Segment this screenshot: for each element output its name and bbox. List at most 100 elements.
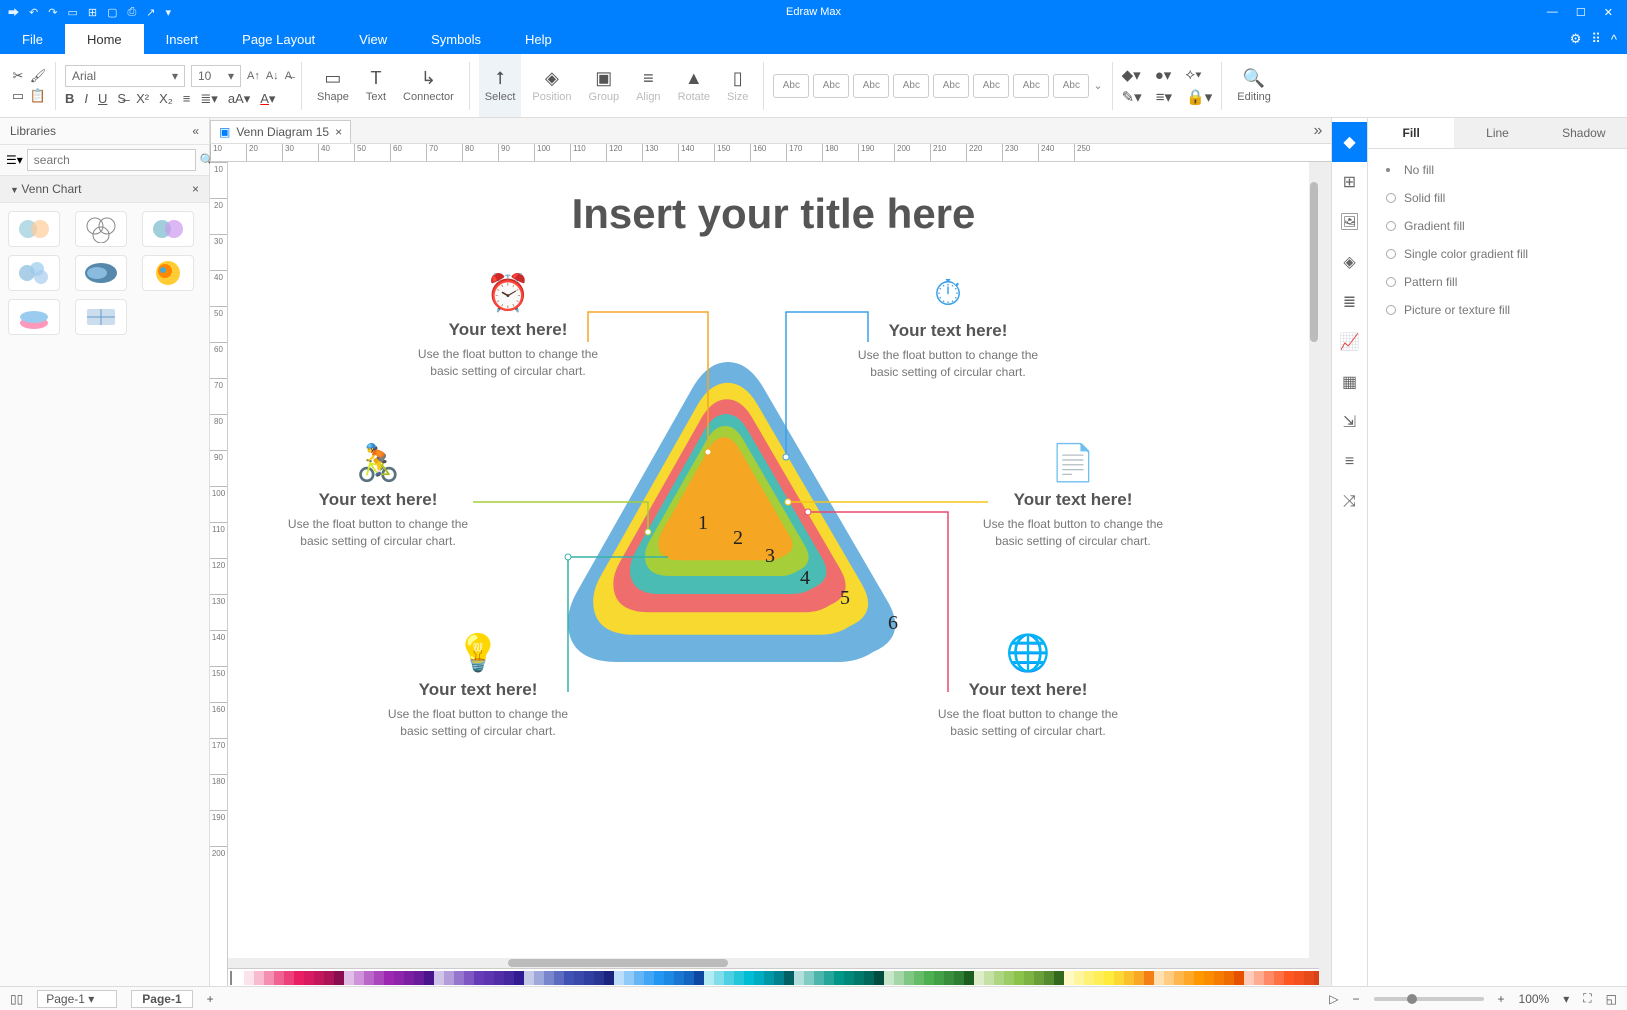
color-swatch[interactable]: [924, 971, 934, 985]
maximize-icon[interactable]: ☐: [1576, 6, 1586, 19]
color-swatch[interactable]: [974, 971, 984, 985]
redo-icon[interactable]: ↷: [48, 6, 57, 19]
color-swatch[interactable]: [284, 971, 294, 985]
shape-thumb[interactable]: [75, 255, 127, 291]
rail-shuffle-icon[interactable]: ⤨: [1332, 482, 1368, 522]
font-size-combo[interactable]: 10▾: [191, 65, 241, 87]
color-swatch[interactable]: [734, 971, 744, 985]
copy-icon[interactable]: ▭: [10, 88, 26, 104]
color-swatch[interactable]: [404, 971, 414, 985]
color-swatch[interactable]: [1074, 971, 1084, 985]
cut-icon[interactable]: ✂: [10, 68, 26, 84]
page-tab-1[interactable]: Page-1: [131, 990, 192, 1008]
color-swatch[interactable]: [1134, 971, 1144, 985]
canvas-page[interactable]: Insert your title here 1 2 3 4: [228, 162, 1319, 986]
opt-solid-fill[interactable]: Solid fill: [1386, 191, 1609, 205]
rail-export-icon[interactable]: ⇲: [1332, 402, 1368, 442]
color-swatch[interactable]: [574, 971, 584, 985]
callout-5[interactable]: 💡 Your text here! Use the float button t…: [378, 632, 578, 740]
color-swatch[interactable]: [1234, 971, 1244, 985]
rail-align2-icon[interactable]: ≡: [1332, 442, 1368, 482]
color-swatch[interactable]: [914, 971, 924, 985]
search-input[interactable]: [27, 149, 196, 171]
category-header[interactable]: ▼ Venn Chart ×: [0, 176, 209, 203]
color-swatch[interactable]: [1304, 971, 1314, 985]
color-swatch[interactable]: [874, 971, 884, 985]
color-swatch[interactable]: [274, 971, 284, 985]
add-page-icon[interactable]: +: [207, 992, 214, 1006]
color-swatch[interactable]: [444, 971, 454, 985]
no-fill-swatch[interactable]: [230, 971, 232, 985]
menu-symbols[interactable]: Symbols: [409, 24, 503, 54]
shape-thumb[interactable]: [142, 255, 194, 291]
size-group[interactable]: ▯Size: [721, 54, 754, 117]
strike-icon[interactable]: S̶: [117, 91, 126, 106]
color-swatch[interactable]: [494, 971, 504, 985]
opt-no-fill[interactable]: No fill: [1386, 163, 1609, 177]
color-swatch[interactable]: [234, 971, 244, 985]
format-painter-icon[interactable]: 🖌: [30, 68, 46, 84]
close-icon[interactable]: ✕: [1604, 6, 1613, 19]
color-swatch[interactable]: [1054, 971, 1064, 985]
color-swatch[interactable]: [674, 971, 684, 985]
layer-label-4[interactable]: 4: [800, 567, 810, 590]
color-swatch[interactable]: [1194, 971, 1204, 985]
color-swatch[interactable]: [584, 971, 594, 985]
color-swatch[interactable]: [694, 971, 704, 985]
callout-2[interactable]: ⏱ Your text here! Use the float button t…: [848, 272, 1048, 381]
new-icon[interactable]: ▭: [67, 6, 77, 19]
color-swatch[interactable]: [1154, 971, 1164, 985]
text-group[interactable]: TText: [360, 54, 392, 117]
open-icon[interactable]: ⊞: [88, 6, 97, 19]
minimize-icon[interactable]: —: [1547, 6, 1558, 19]
shape-thumb[interactable]: [8, 299, 60, 335]
color-swatch[interactable]: [1174, 971, 1184, 985]
color-swatch[interactable]: [824, 971, 834, 985]
library-picker-icon[interactable]: ☰▾: [6, 153, 23, 167]
line-icon[interactable]: ✎▾: [1122, 88, 1142, 106]
color-swatch[interactable]: [1014, 971, 1024, 985]
shape-thumb[interactable]: [75, 211, 127, 247]
fill-icon[interactable]: ◆▾: [1122, 66, 1141, 84]
color-swatch[interactable]: [1294, 971, 1304, 985]
vscrollbar-thumb[interactable]: [1310, 182, 1318, 342]
callout-4[interactable]: 📄 Your text here! Use the float button t…: [973, 442, 1173, 550]
color-swatch[interactable]: [1314, 971, 1319, 985]
color-swatch[interactable]: [1064, 971, 1074, 985]
color-swatch[interactable]: [814, 971, 824, 985]
color-swatch[interactable]: [364, 971, 374, 985]
document-tab[interactable]: ▣ Venn Diagram 15 ×: [210, 120, 351, 143]
color-swatch[interactable]: [294, 971, 304, 985]
color-swatch[interactable]: [1104, 971, 1114, 985]
tab-close-icon[interactable]: ×: [335, 125, 342, 139]
color-swatch[interactable]: [354, 971, 364, 985]
color-swatch[interactable]: [784, 971, 794, 985]
rail-layers-icon[interactable]: ◈: [1332, 242, 1368, 282]
color-swatch[interactable]: [484, 971, 494, 985]
settings-icon[interactable]: ⚙: [1570, 31, 1582, 47]
color-swatch[interactable]: [794, 971, 804, 985]
shape-thumb[interactable]: [75, 299, 127, 335]
menu-page-layout[interactable]: Page Layout: [220, 24, 337, 54]
color-swatch[interactable]: [464, 971, 474, 985]
case-icon[interactable]: aA▾: [228, 91, 250, 107]
italic-icon[interactable]: I: [84, 91, 88, 106]
rail-data-icon[interactable]: ≣: [1332, 282, 1368, 322]
decrease-font-icon[interactable]: A↓: [266, 70, 279, 82]
layer-label-2[interactable]: 2: [733, 527, 743, 550]
increase-font-icon[interactable]: A↑: [247, 70, 260, 82]
panel-tab-shadow[interactable]: Shadow: [1541, 118, 1627, 148]
color-swatch[interactable]: [414, 971, 424, 985]
theme-8[interactable]: Abc: [1053, 74, 1089, 98]
menu-file[interactable]: File: [0, 24, 65, 54]
zoom-slider[interactable]: [1374, 997, 1484, 1001]
color-swatch[interactable]: [764, 971, 774, 985]
color-swatch[interactable]: [524, 971, 534, 985]
color-swatch[interactable]: [564, 971, 574, 985]
zoom-dropdown-icon[interactable]: ▾: [1563, 992, 1569, 1006]
color-swatch[interactable]: [904, 971, 914, 985]
print-icon[interactable]: ⎙: [127, 6, 136, 19]
color-swatch[interactable]: [1274, 971, 1284, 985]
theme-4[interactable]: Abc: [893, 74, 929, 98]
color-swatch[interactable]: [744, 971, 754, 985]
